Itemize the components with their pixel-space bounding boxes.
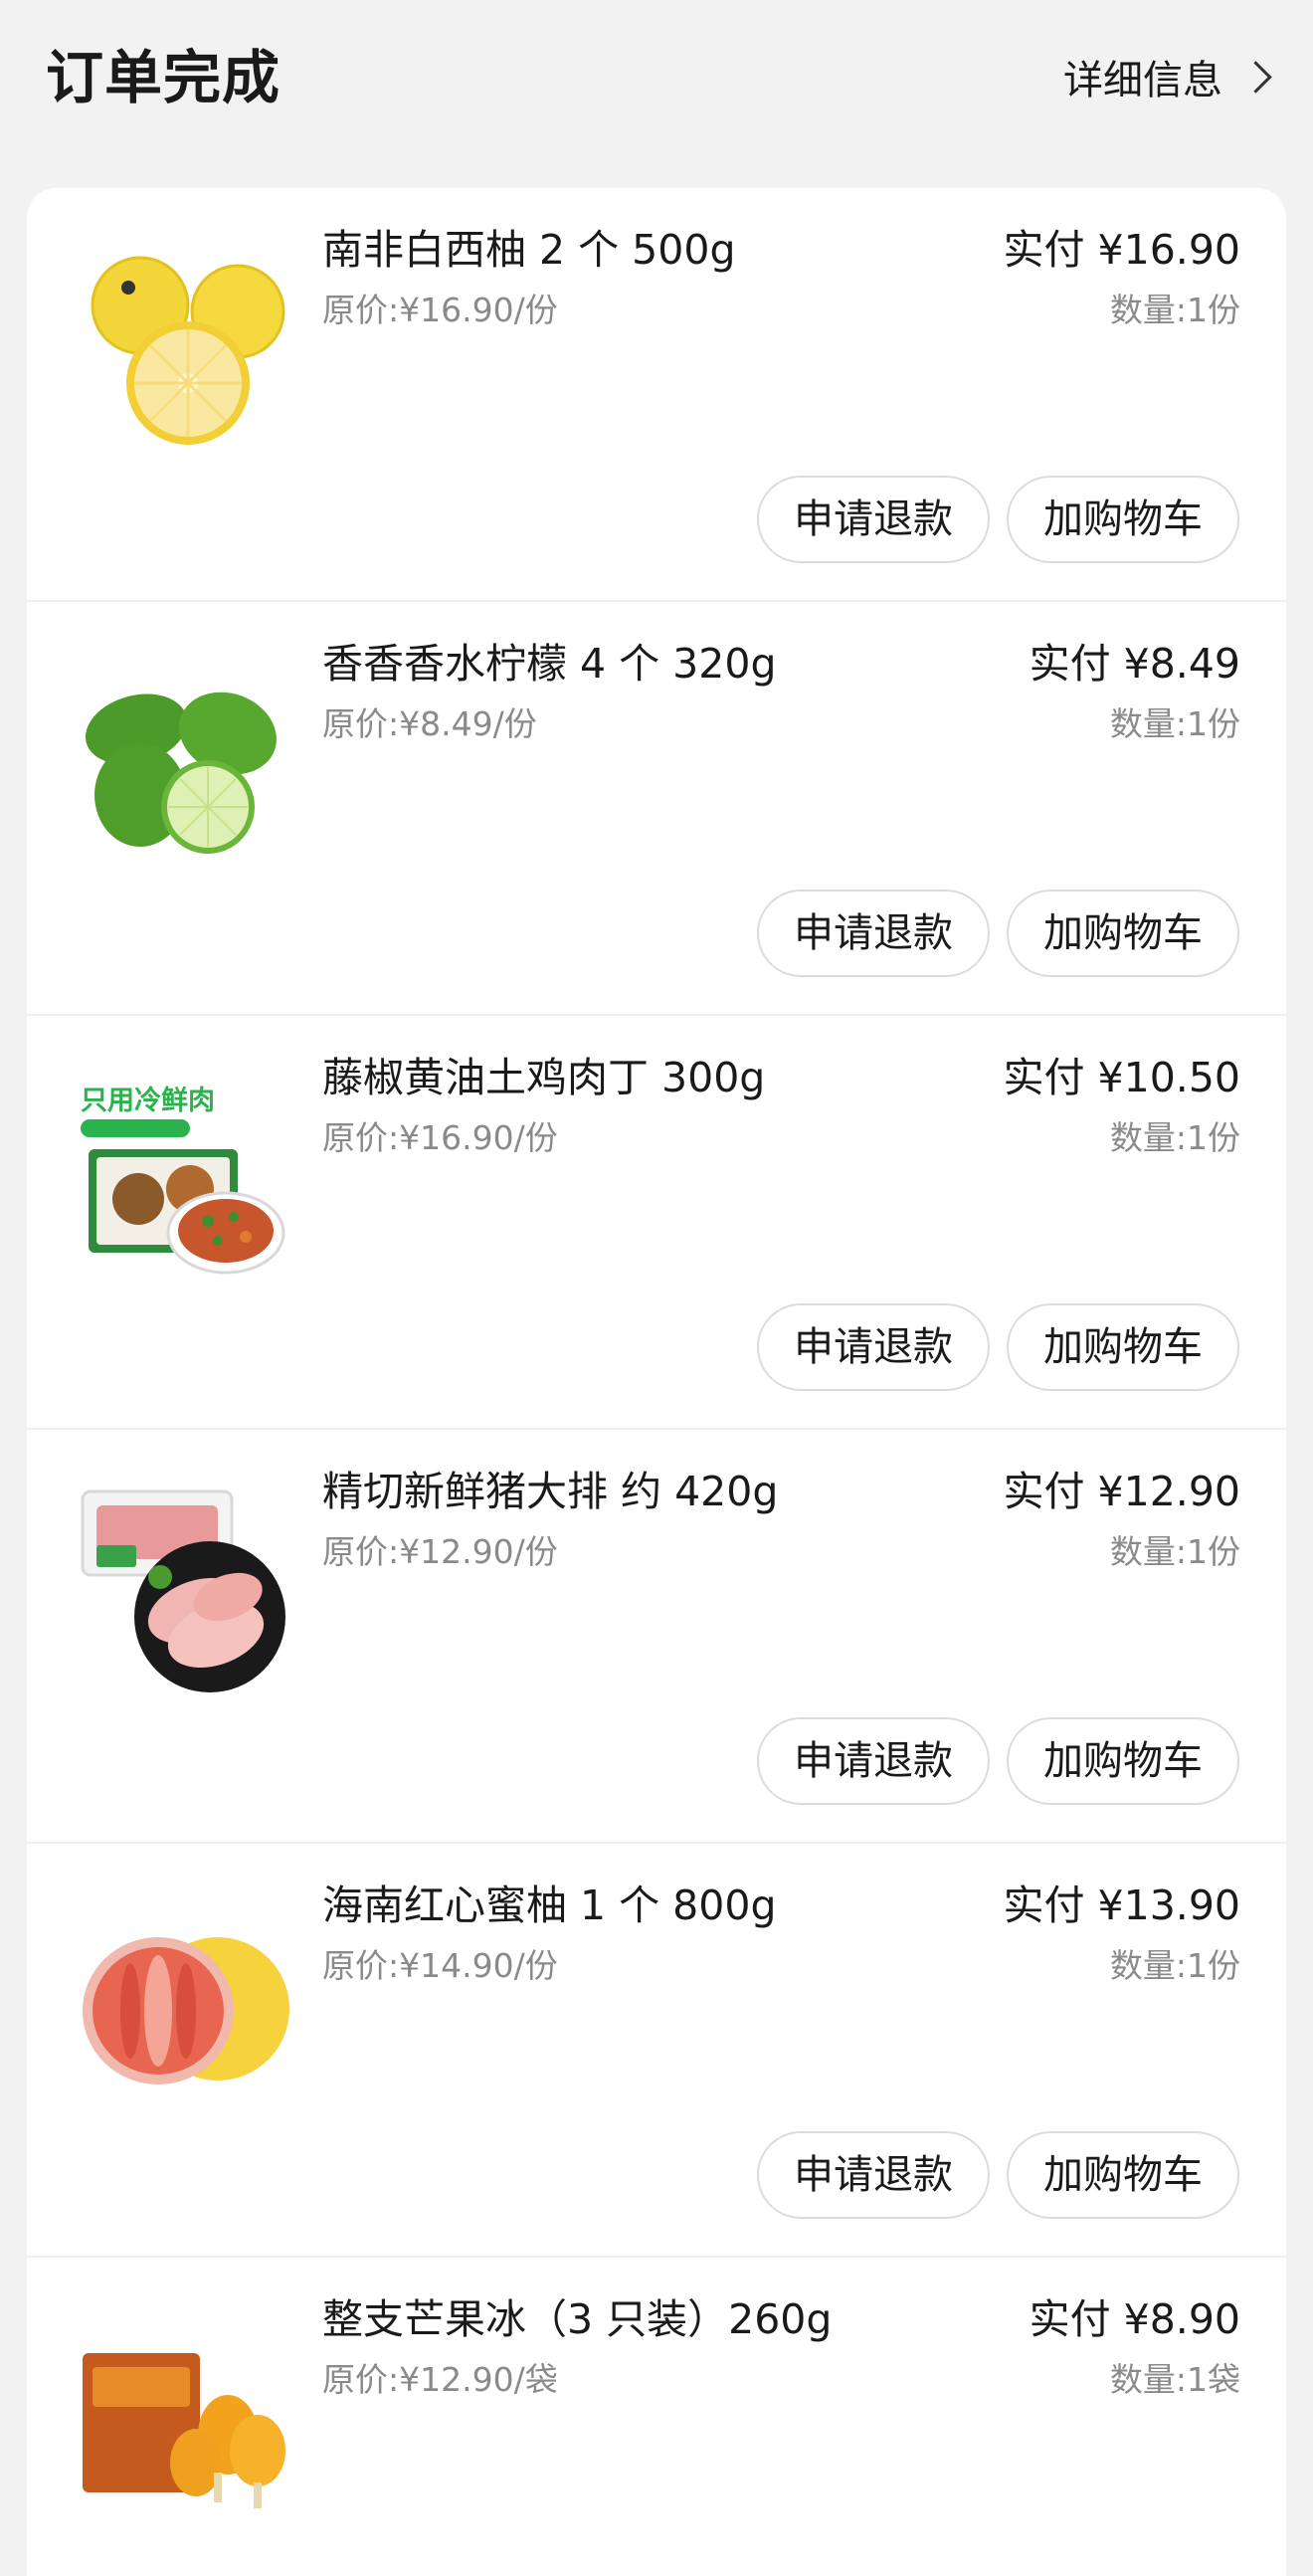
original-price: 原价:¥16.90/份 [322,1118,558,1157]
add-to-cart-button[interactable]: 加购物车 [1007,476,1239,563]
original-price: 原价:¥12.90/份 [322,1532,558,1571]
order-items-card: 南非白西柚 2 个 500g 原价:¥16.90/份 实付 ¥16.90 数量:… [27,188,1286,2576]
mango-popsicle-image [79,2313,293,2528]
refund-button[interactable]: 申请退款 [757,890,990,977]
quantity: 数量:1份 [1109,1532,1240,1571]
quantity: 数量:1份 [1109,1946,1240,1985]
page-title: 订单完成 [46,44,281,111]
paid-amount: 实付 ¥8.90 [1029,2295,1240,2343]
order-item: 海南红心蜜柚 1 个 800g 原价:¥14.90/份 实付 ¥13.90 数量… [27,1844,1286,2258]
image-label-text: 只用冷鲜肉 [81,1086,215,1116]
quantity: 数量:1份 [1109,1118,1240,1157]
original-price: 原价:¥12.90/袋 [322,2360,558,2399]
grapefruit-image [79,244,293,459]
quantity: 数量:1份 [1109,704,1240,743]
refund-button[interactable]: 申请退款 [757,1717,990,1805]
pork-chop-image [79,1486,293,1700]
order-item: 香香香水柠檬 4 个 320g 原价:¥8.49/份 实付 ¥8.49 数量:1… [27,602,1286,1016]
add-to-cart-button[interactable]: 加购物车 [1007,2131,1239,2219]
paid-amount: 实付 ¥8.49 [1029,640,1240,688]
add-to-cart-button[interactable]: 加购物车 [1007,890,1239,977]
paid-amount: 实付 ¥10.50 [1003,1054,1241,1101]
quantity: 数量:1袋 [1109,2360,1240,2399]
paid-amount: 实付 ¥16.90 [1003,226,1241,274]
item-name: 海南红心蜜柚 1 个 800g [322,1882,777,1929]
original-price: 原价:¥14.90/份 [322,1946,558,1985]
order-item: 只用冷鲜肉 藤椒黄油土鸡肉丁 300g 原价:¥16.90/份 实付 ¥10.5… [27,1016,1286,1430]
item-name: 藤椒黄油土鸡肉丁 300g [322,1054,766,1101]
order-item: 南非白西柚 2 个 500g 原价:¥16.90/份 实付 ¥16.90 数量:… [27,188,1286,602]
refund-button[interactable]: 申请退款 [757,476,990,563]
refund-button[interactable]: 申请退款 [757,1303,990,1391]
paid-amount: 实付 ¥12.90 [1003,1468,1241,1515]
paid-amount: 实付 ¥13.90 [1003,1882,1241,1929]
pomelo-image [79,1899,293,2114]
details-link-label: 详细信息 [1063,58,1222,103]
item-name: 精切新鲜猪大排 约 420g [322,1468,779,1515]
lemon-image [79,658,293,873]
item-name: 整支芒果冰（3 只装）260g [322,2295,833,2343]
original-price: 原价:¥16.90/份 [322,291,558,329]
details-link[interactable]: 详细信息 [1063,44,1273,109]
quantity: 数量:1份 [1109,291,1240,329]
refund-button[interactable]: 申请退款 [757,2131,990,2219]
add-to-cart-button[interactable]: 加购物车 [1007,1303,1239,1391]
original-price: 原价:¥8.49/份 [322,704,537,743]
header: 订单完成 详细信息 [0,0,1313,159]
order-item: 整支芒果冰（3 只装）260g 原价:¥12.90/袋 实付 ¥8.90 数量:… [27,2258,1286,2576]
chevron-right-icon [1239,60,1272,94]
item-name: 香香香水柠檬 4 个 320g [322,640,777,688]
add-to-cart-button[interactable]: 加购物车 [1007,1717,1239,1805]
chicken-dish-image: 只用冷鲜肉 [79,1072,293,1287]
item-name: 南非白西柚 2 个 500g [322,226,736,274]
order-item: 精切新鲜猪大排 约 420g 原价:¥12.90/份 实付 ¥12.90 数量:… [27,1430,1286,1844]
